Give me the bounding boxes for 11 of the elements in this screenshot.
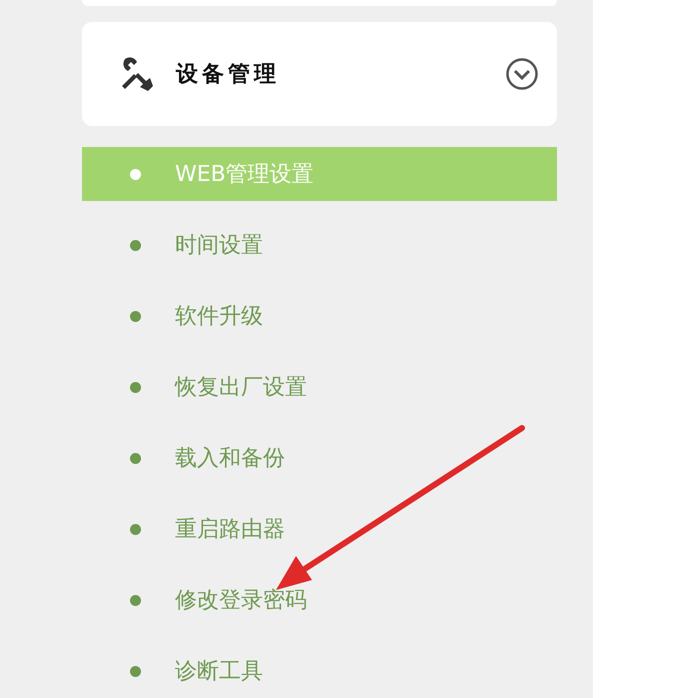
section-header[interactable]: 设备管理 — [82, 22, 557, 126]
menu-item[interactable]: 软件升级 — [82, 289, 557, 343]
chevron-down-icon[interactable] — [505, 56, 539, 91]
section-title: 设备管理 — [176, 60, 281, 89]
menu-item[interactable]: 修改登录密码 — [82, 573, 557, 627]
menu-item[interactable]: 载入和备份 — [82, 431, 557, 485]
menu-item[interactable]: WEB管理设置 — [82, 147, 557, 201]
menu-item[interactable]: 重启路由器 — [82, 502, 557, 556]
menu-item[interactable]: 恢复出厂设置 — [82, 360, 557, 414]
menu-item[interactable]: 时间设置 — [82, 218, 557, 272]
menu-item[interactable]: 诊断工具 — [82, 644, 557, 698]
